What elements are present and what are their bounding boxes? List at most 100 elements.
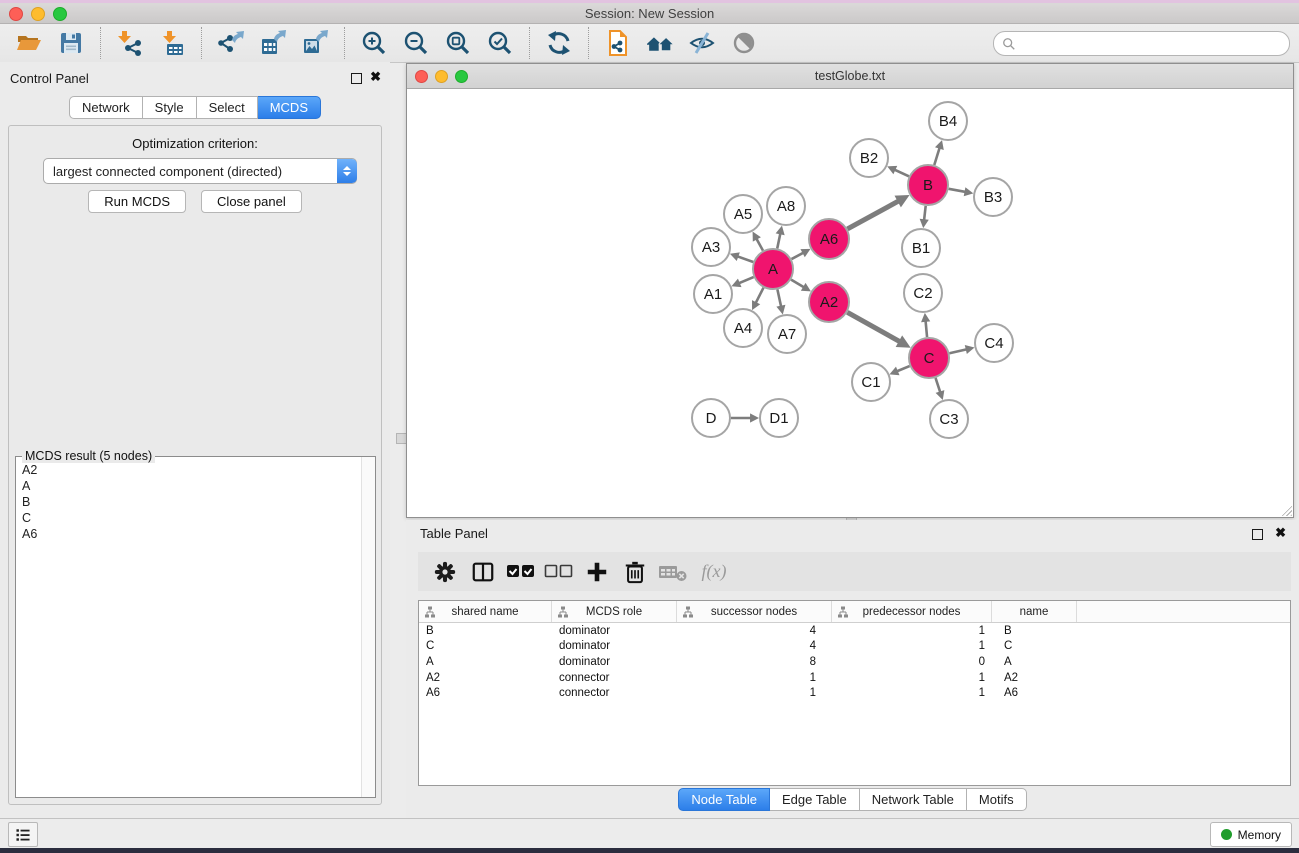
first-neighbors-icon[interactable] (643, 26, 677, 60)
edge-A-A4[interactable] (755, 288, 763, 304)
add-column-icon[interactable] (581, 556, 613, 588)
session-title: Session: New Session (0, 6, 1299, 21)
export-image-icon[interactable] (298, 26, 332, 60)
cell-shared-name: C (419, 640, 552, 652)
delete-column-icon[interactable] (619, 556, 651, 588)
table-row[interactable]: Bdominator41B (419, 623, 1290, 639)
node-label-B3: B3 (984, 189, 1002, 206)
table-row[interactable]: A6connector11A6 (419, 685, 1290, 701)
toolbar-separator (100, 27, 101, 59)
result-item[interactable]: C (22, 510, 355, 526)
node-label-A6: A6 (820, 231, 838, 248)
cell-predecessor-nodes: 1 (832, 687, 992, 699)
column-header-shared-name[interactable]: shared name (419, 601, 552, 622)
table-row[interactable]: A2connector11A2 (419, 670, 1290, 686)
show-graphics-details-icon[interactable] (727, 26, 761, 60)
run-mcds-button[interactable]: Run MCDS (88, 190, 186, 213)
tab-style[interactable]: Style (143, 96, 197, 119)
result-item[interactable]: A6 (22, 526, 355, 542)
edge-A2-C[interactable] (847, 312, 901, 342)
close-panel-button[interactable]: Close panel (201, 190, 302, 213)
result-item[interactable]: B (22, 494, 355, 510)
mcds-result-list[interactable]: A2ABCA6 (16, 457, 361, 797)
zoom-out-icon[interactable] (399, 26, 433, 60)
table-panel: Table Panel ✖ f(x) shared nameMCDS roles… (406, 520, 1299, 818)
zoom-selected-icon[interactable] (483, 26, 517, 60)
tab-select[interactable]: Select (197, 96, 258, 119)
save-session-icon[interactable] (54, 26, 88, 60)
table-row[interactable]: Adominator80A (419, 654, 1290, 670)
criterion-select[interactable]: largest connected component (directed) (43, 158, 357, 184)
float-table-panel-icon[interactable] (1252, 529, 1263, 540)
edge-A-A1[interactable] (738, 277, 754, 283)
edge-C-C4[interactable] (949, 349, 967, 353)
close-table-panel-icon[interactable]: ✖ (1275, 526, 1286, 540)
cell-predecessor-nodes: 0 (832, 656, 992, 668)
cell-shared-name: B (419, 625, 552, 637)
search-field[interactable] (993, 31, 1290, 56)
select-all-icon[interactable] (505, 556, 537, 588)
function-builder-icon: f(x) (695, 556, 727, 588)
application-window: Session: New Session Control Panel ✖ Net… (0, 0, 1299, 853)
edge-A-A2[interactable] (791, 280, 805, 288)
table-header-row: shared nameMCDS rolesuccessor nodesprede… (419, 601, 1290, 623)
edge-A6-B[interactable] (847, 200, 900, 229)
edge-arrowhead (935, 140, 944, 150)
zoom-in-icon[interactable] (357, 26, 391, 60)
show-columns-icon[interactable] (467, 556, 499, 588)
edge-A-A6[interactable] (792, 252, 805, 259)
edge-C-C3[interactable] (936, 378, 941, 393)
hide-selected-icon[interactable] (685, 26, 719, 60)
hierarchy-icon (424, 606, 436, 618)
result-item[interactable]: A (22, 478, 355, 494)
column-header-successor-nodes[interactable]: successor nodes (677, 601, 832, 622)
column-header-MCDS-role[interactable]: MCDS role (552, 601, 677, 622)
edge-C-C2[interactable] (925, 320, 927, 337)
node-label-B1: B1 (912, 240, 930, 257)
memory-button[interactable]: Memory (1210, 822, 1292, 847)
edge-A-A7[interactable] (777, 290, 781, 308)
edge-B-B1[interactable] (924, 206, 926, 221)
table-mode-icon[interactable] (429, 556, 461, 588)
edge-A-A5[interactable] (756, 238, 763, 251)
cell-name: B (992, 625, 1077, 637)
network-canvas[interactable]: B4B2BB3A5A8A6B1A3AA1C2A2A4A7C4CC1DD1C3 (407, 89, 1291, 516)
tab-node-table[interactable]: Node Table (678, 788, 770, 811)
tab-edge-table[interactable]: Edge Table (770, 788, 860, 811)
import-network-icon[interactable] (113, 26, 147, 60)
search-input[interactable] (1016, 32, 1289, 55)
table-row[interactable]: Cdominator41C (419, 639, 1290, 655)
refresh-icon[interactable] (542, 26, 576, 60)
column-header-name[interactable]: name (992, 601, 1077, 622)
column-header-predecessor-nodes[interactable]: predecessor nodes (832, 601, 992, 622)
result-scrollbar[interactable] (361, 457, 375, 797)
edge-A-A3[interactable] (737, 256, 754, 262)
unselect-all-icon[interactable] (543, 556, 575, 588)
node-label-A3: A3 (702, 239, 720, 256)
zoom-fit-icon[interactable] (441, 26, 475, 60)
float-panel-icon[interactable] (351, 73, 362, 84)
result-item[interactable]: A2 (22, 462, 355, 478)
tab-network-table[interactable]: Network Table (860, 788, 967, 811)
cell-name: A6 (992, 687, 1077, 699)
export-table-icon[interactable] (256, 26, 290, 60)
node-label-A1: A1 (704, 286, 722, 303)
network-window-titlebar[interactable]: testGlobe.txt (407, 64, 1293, 89)
new-network-icon[interactable] (601, 26, 635, 60)
task-history-button[interactable] (8, 822, 38, 847)
edge-A-A8[interactable] (777, 233, 780, 249)
edge-B-B3[interactable] (949, 189, 967, 192)
network-view-window: testGlobe.txt B4B2BB3A5A8A6B1A3AA1C2A2A4… (406, 63, 1294, 518)
tab-mcds[interactable]: MCDS (258, 96, 321, 119)
export-network-icon[interactable] (214, 26, 248, 60)
close-panel-icon[interactable]: ✖ (370, 70, 381, 84)
edge-C-C1[interactable] (896, 366, 910, 372)
tab-network[interactable]: Network (69, 96, 143, 119)
import-table-icon[interactable] (155, 26, 189, 60)
open-file-icon[interactable] (12, 26, 46, 60)
cell-name: C (992, 640, 1077, 652)
tab-motifs[interactable]: Motifs (967, 788, 1027, 811)
edge-B-B2[interactable] (894, 169, 909, 176)
edge-B-B4[interactable] (934, 147, 940, 165)
hierarchy-icon (682, 606, 694, 618)
